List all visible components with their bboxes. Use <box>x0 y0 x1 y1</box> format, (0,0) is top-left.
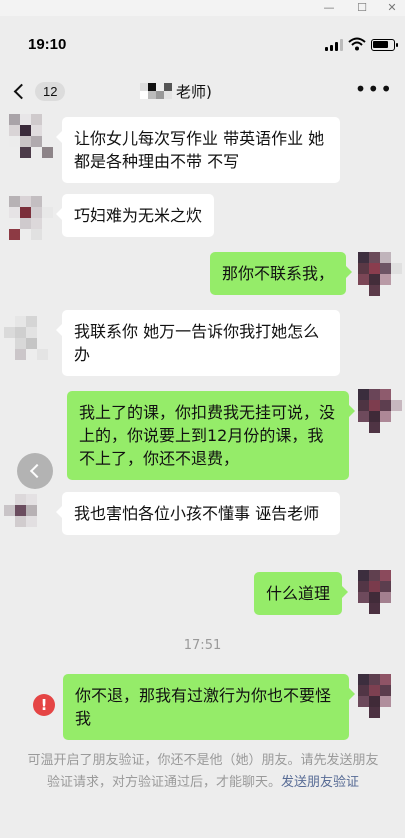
message-incoming[interactable]: 让你女儿每次写作业 带英语作业 她都是各种理由不带 不写 <box>56 117 340 183</box>
battery-level <box>373 41 388 48</box>
minimize-button[interactable]: — <box>322 1 336 15</box>
chat-title[interactable]: 老师) <box>140 80 212 102</box>
message-text: 你不退，那我有过激行为你也不要怪我 <box>75 686 332 728</box>
message-text: 让你女儿每次写作业 带英语作业 她都是各种理由不带 不写 <box>74 129 325 171</box>
chat-header: 12 老师) ••• <box>0 74 405 108</box>
contact-avatar[interactable] <box>4 494 48 538</box>
system-notice: 可温开启了朋友验证，你还不是他（她）朋友。请先发送朋友验证请求，对方验证通过后，… <box>22 750 384 794</box>
back-button[interactable]: 12 <box>8 76 78 106</box>
contact-avatar[interactable] <box>4 316 48 360</box>
wifi-icon <box>348 37 366 51</box>
status-bar: 19:10 <box>0 32 405 58</box>
message-outgoing[interactable]: 那你不联系我， <box>210 252 353 295</box>
contact-avatar[interactable] <box>9 196 53 240</box>
message-text: 我也害怕各位小孩不懂事 诬告老师 <box>74 504 320 523</box>
close-button[interactable]: ✕ <box>385 1 399 15</box>
maximize-button[interactable]: ☐ <box>355 1 369 15</box>
my-avatar[interactable] <box>358 389 402 433</box>
more-icon[interactable]: ••• <box>355 79 393 99</box>
message-text: 我上了的课，你扣费我无挂可说，没上的，你说要上到12月份的课，我不上了，你还不退… <box>79 403 336 468</box>
message-incoming[interactable]: 我也害怕各位小孩不懂事 诬告老师 <box>56 492 340 535</box>
status-time: 19:10 <box>28 36 67 53</box>
my-avatar[interactable] <box>358 674 402 718</box>
my-avatar[interactable] <box>358 570 402 614</box>
message-outgoing[interactable]: 什么道理 <box>254 572 349 615</box>
send-verification-link[interactable]: 发送朋友验证 <box>281 775 359 790</box>
contact-avatar[interactable] <box>9 114 53 158</box>
message-text: 巧妇难为无米之炊 <box>74 206 203 225</box>
signal-icon <box>325 39 343 51</box>
name-mosaic <box>140 83 172 99</box>
back-chevron-icon <box>13 83 30 99</box>
message-incoming[interactable]: 巧妇难为无米之炊 <box>55 194 215 237</box>
message-text: 那你不联系我， <box>222 264 335 283</box>
my-avatar[interactable] <box>358 252 402 296</box>
chat-title-text: 老师) <box>176 82 212 101</box>
error-icon[interactable]: ! <box>33 694 55 716</box>
message-timestamp: 17:51 <box>183 638 222 653</box>
window-titlebar: — ☐ ✕ <box>0 0 405 16</box>
message-text: 我联系你 她万一告诉你我打她怎么办 <box>74 322 320 364</box>
message-outgoing-failed[interactable]: 你不退，那我有过激行为你也不要怪我 <box>63 674 355 740</box>
message-outgoing[interactable]: 我上了的课，你扣费我无挂可说，没上的，你说要上到12月份的课，我不上了，你还不退… <box>67 391 355 480</box>
unread-count-badge: 12 <box>35 81 66 101</box>
battery-icon <box>371 39 398 51</box>
message-incoming[interactable]: 我联系你 她万一告诉你我打她怎么办 <box>56 310 340 376</box>
message-text: 什么道理 <box>266 584 331 603</box>
scroll-back-icon[interactable] <box>17 453 53 489</box>
